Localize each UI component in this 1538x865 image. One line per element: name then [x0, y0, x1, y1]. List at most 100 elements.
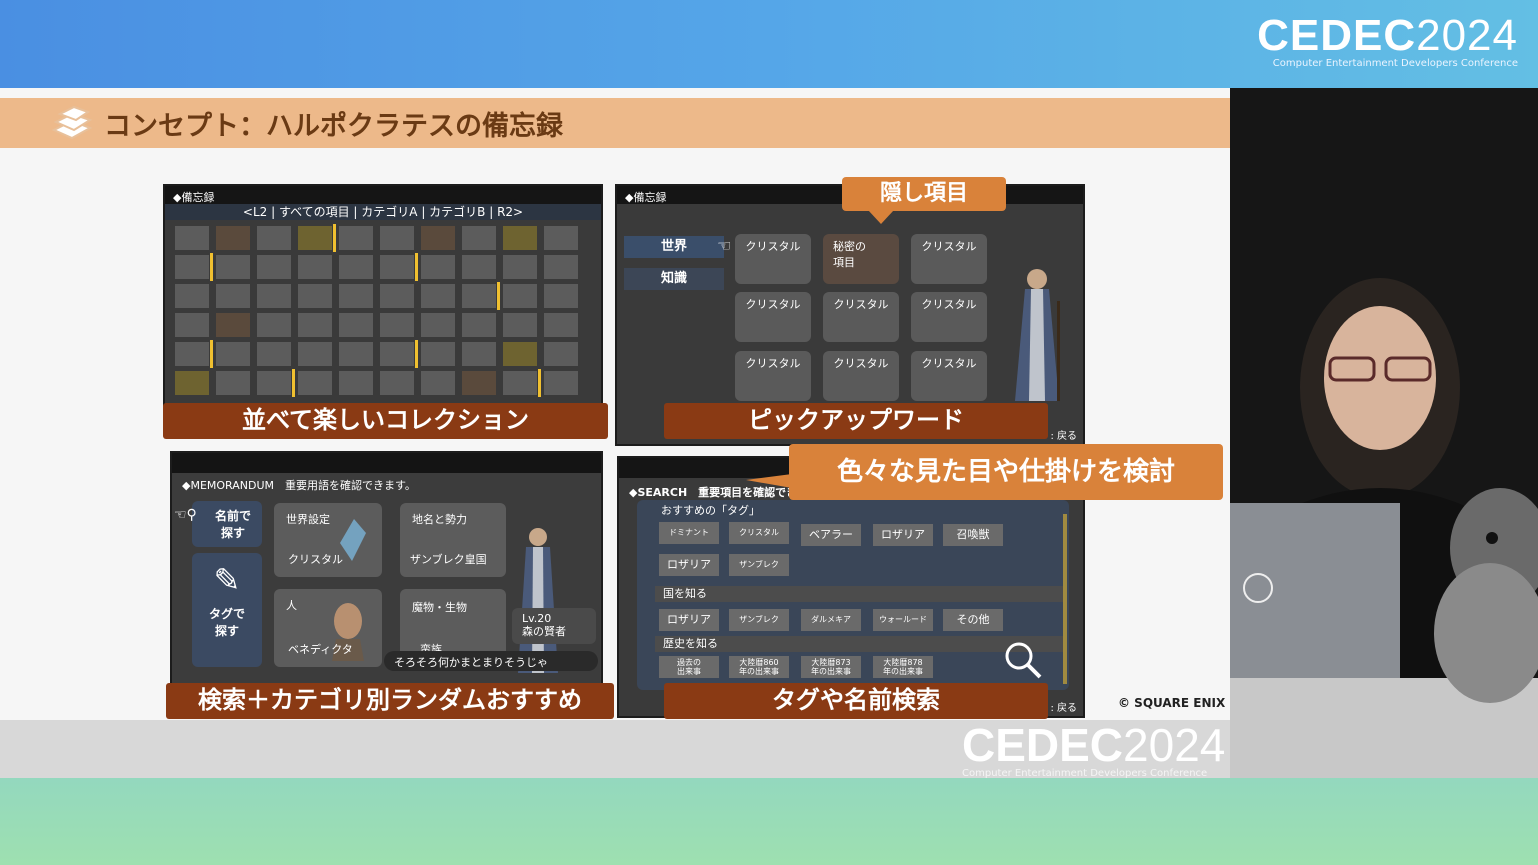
tag-chip[interactable]: 大陸暦860 年の出来事: [729, 656, 789, 678]
word-card[interactable]: クリスタル: [735, 292, 811, 342]
scrollbar[interactable]: [1063, 514, 1067, 684]
collection-cell[interactable]: [462, 342, 496, 366]
collection-cell[interactable]: [462, 255, 496, 279]
collection-cell[interactable]: [544, 226, 578, 250]
collection-cell[interactable]: [216, 255, 250, 279]
tag-chip[interactable]: 過去の 出来事: [659, 656, 719, 678]
collection-cell[interactable]: [339, 371, 373, 395]
collection-cell[interactable]: [544, 371, 578, 395]
collection-cell[interactable]: [503, 226, 537, 250]
collection-cell[interactable]: [503, 342, 537, 366]
collection-cell[interactable]: [421, 371, 455, 395]
secret-card[interactable]: 秘密の 項目: [823, 234, 899, 284]
collection-cell[interactable]: [380, 253, 418, 281]
collection-cell[interactable]: [380, 340, 418, 368]
tag-chip[interactable]: ザンブレク: [729, 554, 789, 576]
collection-cell[interactable]: [503, 255, 537, 279]
collection-cell[interactable]: [298, 255, 332, 279]
collection-cell[interactable]: [257, 369, 295, 397]
tag-chip[interactable]: ロザリア: [659, 554, 719, 576]
collection-cell[interactable]: [544, 284, 578, 308]
tag-chip[interactable]: ロザリア: [873, 524, 933, 546]
collection-cell[interactable]: [503, 284, 537, 308]
collection-cell[interactable]: [421, 226, 455, 250]
collection-cell[interactable]: [298, 342, 332, 366]
collection-cell[interactable]: [257, 284, 291, 308]
collection-cell[interactable]: [380, 284, 414, 308]
collection-cell[interactable]: [503, 313, 537, 337]
collection-cell[interactable]: [462, 313, 496, 337]
collection-cell[interactable]: [175, 284, 209, 308]
collection-cell[interactable]: [421, 342, 455, 366]
collection-cell[interactable]: [339, 226, 373, 250]
collection-cell[interactable]: [462, 226, 496, 250]
category-card-place[interactable]: 地名と勢力 ザンブレク皇国: [400, 503, 506, 577]
word-card[interactable]: クリスタル: [735, 351, 811, 401]
tag-chip[interactable]: ダルメキア: [801, 609, 861, 631]
collection-cell[interactable]: [462, 282, 500, 310]
collection-cell[interactable]: [216, 371, 250, 395]
tag-chip[interactable]: 召喚獣: [943, 524, 1003, 546]
word-card[interactable]: クリスタル: [911, 234, 987, 284]
search-by-tag-button[interactable]: ✎ タグで 探す: [192, 553, 262, 667]
tag-chip[interactable]: ベアラー: [801, 524, 861, 546]
collection-cell[interactable]: [339, 284, 373, 308]
word-card[interactable]: クリスタル: [823, 351, 899, 401]
callout-variations: 色々な見た目や仕掛けを検討: [789, 444, 1223, 500]
copyright-text: © SQUARE ENIX: [1118, 696, 1226, 710]
collection-cell[interactable]: [175, 371, 209, 395]
collection-cell[interactable]: [421, 255, 455, 279]
collection-cell[interactable]: [257, 255, 291, 279]
collection-cell[interactable]: [380, 226, 414, 250]
collection-cell[interactable]: [462, 371, 496, 395]
tag-chip[interactable]: クリスタル: [729, 522, 789, 544]
side-tab-knowledge[interactable]: 知識: [624, 268, 724, 290]
word-card[interactable]: クリスタル: [735, 234, 811, 284]
tag-chip[interactable]: その他: [943, 609, 1003, 631]
history-section: 歴史を知る: [655, 636, 1063, 652]
back-hint: : 戻る: [1050, 431, 1077, 442]
collection-cell[interactable]: [544, 342, 578, 366]
tag-chip[interactable]: ウォールード: [873, 609, 933, 631]
category-card-person[interactable]: 人 ベネディクタ: [274, 589, 382, 667]
word-card[interactable]: クリスタル: [911, 292, 987, 342]
tag-chip[interactable]: 大陸暦878 年の出来事: [873, 656, 933, 678]
category-card-world[interactable]: 世界設定 クリスタル: [274, 503, 382, 577]
collection-cell[interactable]: [257, 226, 291, 250]
collection-cell[interactable]: [339, 342, 373, 366]
tag-chip[interactable]: ドミナント: [659, 522, 719, 544]
collection-cell[interactable]: [380, 313, 414, 337]
tag-chip[interactable]: ザンブレク: [729, 609, 789, 631]
books-icon: [51, 105, 93, 140]
collection-cell[interactable]: [380, 371, 414, 395]
tag-chip[interactable]: 大陸暦873 年の出来事: [801, 656, 861, 678]
collection-cell[interactable]: [298, 371, 332, 395]
tag-chip[interactable]: ロザリア: [659, 609, 719, 631]
collection-cell[interactable]: [175, 226, 209, 250]
word-card[interactable]: クリスタル: [823, 292, 899, 342]
collection-cell[interactable]: [175, 253, 213, 281]
collection-cell[interactable]: [257, 313, 291, 337]
collection-cell[interactable]: [216, 284, 250, 308]
collection-cell[interactable]: [503, 369, 541, 397]
word-card[interactable]: クリスタル: [911, 351, 987, 401]
collection-cell[interactable]: [339, 313, 373, 337]
collection-cell[interactable]: [257, 342, 291, 366]
collection-cell[interactable]: [216, 226, 250, 250]
collection-cell[interactable]: [421, 313, 455, 337]
category-tabs[interactable]: <L2 | すべての項目 | カテゴリA | カテゴリB | R2>: [165, 204, 601, 220]
collection-cell[interactable]: [216, 313, 250, 337]
collection-cell[interactable]: [298, 224, 336, 252]
collection-cell[interactable]: [544, 255, 578, 279]
collection-cell[interactable]: [339, 255, 373, 279]
collection-cell[interactable]: [175, 313, 209, 337]
search-by-name-button[interactable]: 名前で 探す: [192, 501, 262, 547]
rec-label: おすすめの「タグ」: [661, 504, 760, 517]
collection-cell[interactable]: [298, 284, 332, 308]
collection-cell[interactable]: [421, 284, 455, 308]
collection-cell[interactable]: [175, 340, 213, 368]
collection-cell[interactable]: [544, 313, 578, 337]
side-tab-world[interactable]: 世界: [624, 236, 724, 258]
collection-cell[interactable]: [216, 342, 250, 366]
collection-cell[interactable]: [298, 313, 332, 337]
